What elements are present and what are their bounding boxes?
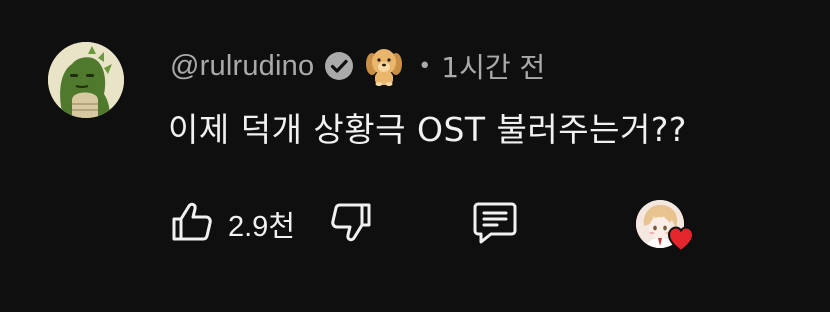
comment-timestamp[interactable]: 1시간 전 (441, 46, 545, 86)
thumbs-down-icon (329, 200, 373, 248)
creator-heart-badge (636, 200, 698, 256)
reply-button[interactable] (469, 198, 521, 250)
author-handle[interactable]: @rulrudino (170, 50, 314, 83)
separator-dot: • (418, 53, 432, 79)
comment-reply-icon (471, 198, 519, 250)
thumbs-up-icon (170, 200, 214, 248)
author-avatar[interactable] (48, 42, 124, 118)
comment-item: @rulrudino • 1시간 전 이제 덕개 상황극 OST 불러주는거??… (0, 0, 830, 312)
verified-check-icon (324, 51, 354, 81)
heart-icon (666, 224, 696, 254)
dislike-button[interactable] (325, 198, 377, 250)
comment-actions: 2.9천 (166, 196, 521, 252)
comment-header: @rulrudino • 1시간 전 (170, 44, 545, 88)
like-button[interactable] (166, 198, 218, 250)
comment-text: 이제 덕개 상황극 OST 불러주는거?? (168, 110, 687, 149)
golden-retriever-badge-icon (364, 46, 404, 86)
like-count: 2.9천 (228, 211, 295, 243)
